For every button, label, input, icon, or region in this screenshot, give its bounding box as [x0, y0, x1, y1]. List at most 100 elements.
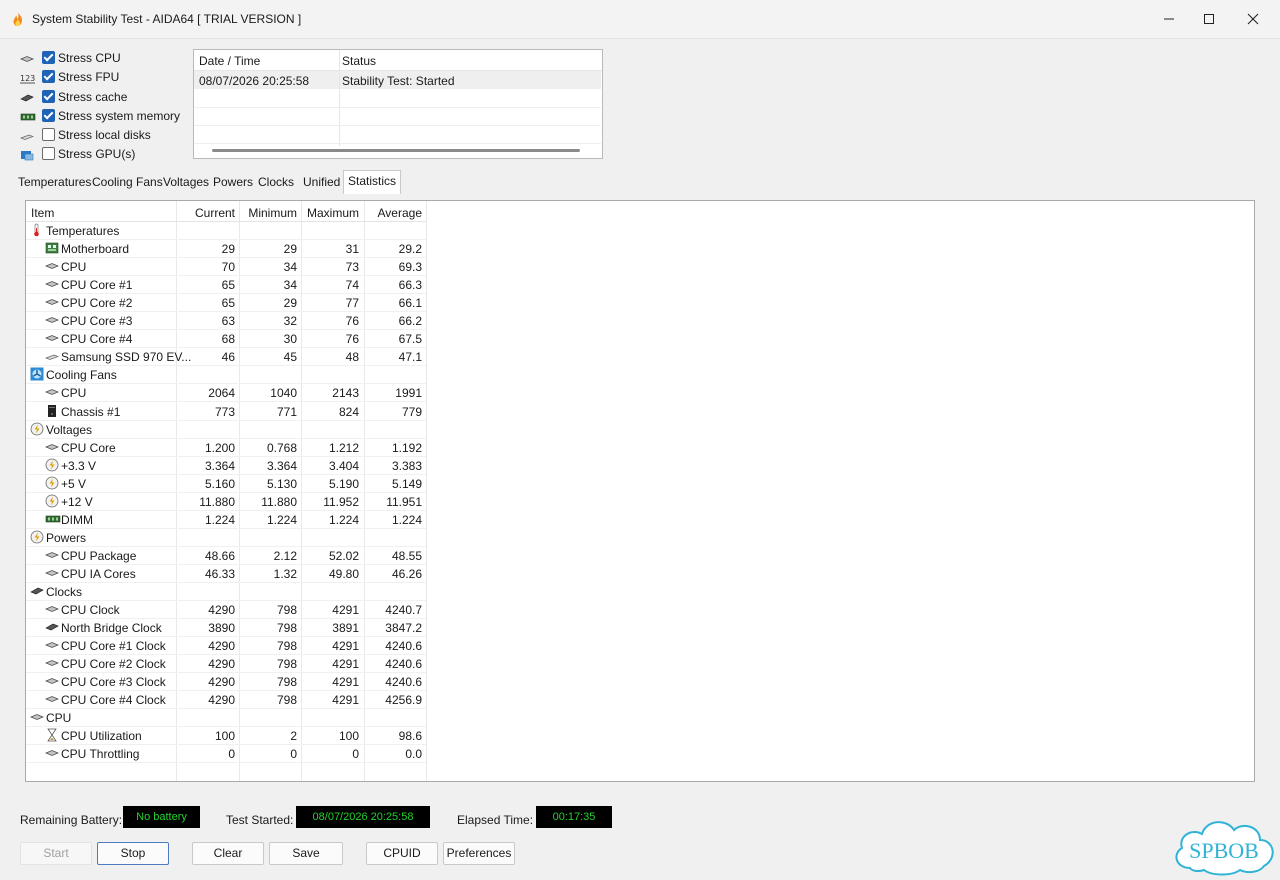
table-row[interactable]: +5 V 5.160 5.130 5.190 5.149 — [26, 474, 426, 493]
voltage-icon — [30, 530, 44, 544]
log-header-status[interactable]: Status — [342, 54, 376, 68]
stress-option-row[interactable]: Stress local disks — [18, 126, 188, 145]
table-row[interactable]: Motherboard 29 29 31 29.2 — [26, 239, 426, 259]
row-item-label: CPU Clock — [61, 603, 120, 618]
row-average-value: 69.3 — [398, 260, 422, 275]
hourglass-icon — [45, 728, 59, 742]
stress-checkbox[interactable] — [42, 70, 55, 84]
table-row[interactable]: CPU Core #3 Clock 4290 798 4291 4240.6 — [26, 672, 426, 692]
row-average-value: 67.5 — [398, 332, 422, 347]
log-horizontal-scrollbar[interactable] — [212, 149, 580, 152]
spbob-watermark-logo: SPBOB — [1175, 821, 1274, 876]
tab-cooling-fans[interactable]: Cooling Fans — [88, 172, 167, 192]
table-row[interactable]: CPU 70 34 73 69.3 — [26, 257, 426, 277]
clear-button[interactable]: Clear — [192, 842, 264, 865]
tab-voltages[interactable]: Voltages — [159, 172, 213, 192]
voltage-icon — [45, 458, 59, 472]
row-average-value: 4256.9 — [385, 693, 422, 708]
table-row[interactable]: CPU Throttling 0 0 0 0.0 — [26, 744, 426, 764]
table-group-row[interactable]: Voltages — [26, 420, 426, 439]
table-row[interactable]: CPU Clock 4290 798 4291 4240.7 — [26, 600, 426, 620]
close-icon — [1247, 13, 1259, 25]
minimize-icon — [1164, 18, 1174, 20]
stress-checkbox[interactable] — [42, 89, 55, 103]
table-group-row[interactable]: Cooling Fans — [26, 365, 426, 385]
stress-option-row[interactable]: Stress system memory — [18, 107, 188, 126]
table-row[interactable]: CPU Core 1.200 0.768 1.212 1.192 — [26, 438, 426, 457]
table-row[interactable]: CPU Core #1 Clock 4290 798 4291 4240.6 — [26, 636, 426, 656]
stress-option-row[interactable]: 123 Stress FPU — [18, 68, 188, 87]
preferences-button[interactable]: Preferences — [443, 842, 515, 865]
row-current-value: 65 — [221, 278, 235, 293]
row-current-value: 3890 — [208, 621, 235, 636]
table-row[interactable]: +12 V 11.880 11.880 11.952 11.951 — [26, 492, 426, 511]
log-row[interactable]: 08/07/2026 20:25:58 Stability Test: Star… — [194, 71, 601, 89]
stress-checkbox[interactable] — [42, 147, 55, 161]
table-row[interactable]: CPU Core #4 68 30 76 67.5 — [26, 329, 426, 349]
row-current-value: 4290 — [208, 693, 235, 708]
row-item-label: Temperatures — [46, 224, 120, 238]
gpu-card-icon — [20, 148, 36, 161]
table-row[interactable]: DIMM 1.224 1.224 1.224 1.224 — [26, 510, 426, 529]
cache-chip-icon — [30, 584, 44, 598]
header-item[interactable]: Item — [31, 206, 54, 220]
header-maximum[interactable]: Maximum — [303, 206, 359, 220]
table-row[interactable]: CPU 2064 1040 2143 1991 — [26, 383, 426, 403]
tab-powers[interactable]: Powers — [209, 172, 257, 192]
stress-option-row[interactable]: Stress CPU — [18, 49, 188, 68]
maximize-button[interactable] — [1186, 0, 1232, 38]
tab-temperatures[interactable]: Temperatures — [14, 172, 95, 192]
row-maximum-value: 4291 — [332, 639, 359, 654]
table-row[interactable]: CPU Core #4 Clock 4290 798 4291 4256.9 — [26, 690, 426, 710]
table-row[interactable]: CPU Utilization 100 2 100 98.6 — [26, 726, 426, 746]
status-bar: Remaining Battery: No battery Test Start… — [0, 806, 1280, 830]
test-started-label: Test Started: — [226, 813, 294, 827]
statistics-table: Item Current Minimum Maximum Average Tem… — [25, 200, 1255, 782]
table-row[interactable]: CPU Package 48.66 2.12 52.02 48.55 — [26, 546, 426, 565]
table-row[interactable]: +3.3 V 3.364 3.364 3.404 3.383 — [26, 456, 426, 475]
stress-checkbox[interactable] — [42, 51, 55, 64]
stop-button[interactable]: Stop — [97, 842, 169, 865]
table-row[interactable]: Samsung SSD 970 EV... 46 45 48 47.1 — [26, 347, 426, 367]
log-row-divider — [194, 107, 601, 108]
row-item-label: CPU Core #3 — [61, 314, 133, 329]
row-minimum-value: 798 — [276, 639, 297, 654]
row-average-value: 98.6 — [398, 729, 422, 744]
table-group-row[interactable]: Temperatures — [26, 221, 426, 240]
row-average-value: 3847.2 — [385, 621, 422, 636]
table-row[interactable]: CPU Core #3 63 32 76 66.2 — [26, 311, 426, 331]
row-maximum-value: 824 — [338, 404, 359, 419]
table-group-row[interactable]: Powers — [26, 528, 426, 547]
row-maximum-value: 52.02 — [328, 548, 359, 563]
row-item-label: CPU Core #4 Clock — [61, 693, 166, 708]
header-current[interactable]: Current — [177, 206, 235, 220]
row-maximum-value: 74 — [345, 278, 359, 293]
row-minimum-value: 771 — [276, 404, 297, 419]
stress-option-row[interactable]: Stress GPU(s) — [18, 145, 188, 164]
tab-unified[interactable]: Unified — [299, 172, 344, 192]
row-minimum-value: 3.364 — [266, 458, 297, 473]
log-header-datetime[interactable]: Date / Time — [199, 54, 260, 68]
table-group-row[interactable]: CPU — [26, 708, 426, 728]
close-button[interactable] — [1230, 0, 1276, 38]
row-maximum-value: 76 — [345, 332, 359, 347]
table-row[interactable]: CPU Core #2 65 29 77 66.1 — [26, 293, 426, 313]
cpuid-button[interactable]: CPUID — [366, 842, 438, 865]
tab-clocks[interactable]: Clocks — [254, 172, 298, 192]
save-button[interactable]: Save — [269, 842, 343, 865]
header-minimum[interactable]: Minimum — [241, 206, 297, 220]
stress-checkbox[interactable] — [42, 128, 55, 142]
table-row[interactable]: North Bridge Clock 3890 798 3891 3847.2 — [26, 618, 426, 638]
stress-option-row[interactable]: Stress cache — [18, 88, 188, 107]
tab-statistics[interactable]: Statistics — [343, 170, 402, 194]
start-button[interactable]: Start — [20, 842, 92, 865]
row-item-label: North Bridge Clock — [61, 621, 162, 636]
table-row[interactable]: CPU Core #2 Clock 4290 798 4291 4240.6 — [26, 654, 426, 674]
header-average[interactable]: Average — [366, 206, 422, 220]
table-group-row[interactable]: Clocks — [26, 582, 426, 601]
table-row[interactable]: CPU Core #1 65 34 74 66.3 — [26, 275, 426, 295]
cpu-chip-icon — [44, 746, 60, 760]
table-row[interactable]: Chassis #1 773 771 824 779 — [26, 402, 426, 421]
stress-checkbox[interactable] — [42, 108, 55, 122]
table-row[interactable]: CPU IA Cores 46.33 1.32 49.80 46.26 — [26, 564, 426, 583]
